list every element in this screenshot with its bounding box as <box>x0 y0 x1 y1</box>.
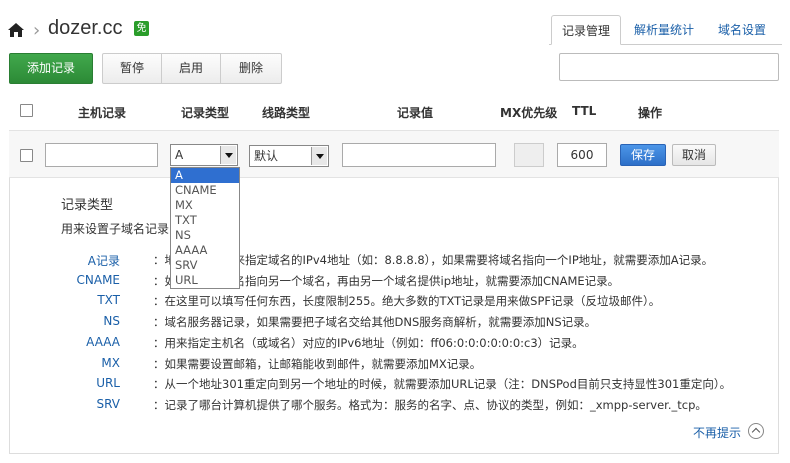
dropdown-option[interactable]: A <box>171 168 239 183</box>
dismiss-link[interactable]: 不再提示 <box>693 424 741 441</box>
domain-title: dozer.cc <box>48 17 123 39</box>
search-input[interactable] <box>559 53 779 81</box>
record-type-description: ：用来指定主机名（或域名）对应的IPv6地址（例如：ff06:0:0:0:0:0… <box>153 335 584 350</box>
record-type-name: MX <box>101 355 120 370</box>
dropdown-option[interactable]: AAAA <box>171 243 239 258</box>
record-type-description: ：在这里可以填写任何东西，长度限制255。绝大多数的TXT记录是用来做SPF记录… <box>153 294 661 309</box>
enable-button[interactable]: 启用 <box>162 54 221 83</box>
tab-record-management[interactable]: 记录管理 <box>551 15 622 45</box>
line-type-value: 默认 <box>254 149 279 163</box>
tab-domain-settings[interactable]: 域名设置 <box>708 15 776 45</box>
record-type-name: URL <box>96 376 120 391</box>
help-subtitle: 用来设置子域名记录 <box>61 222 170 236</box>
save-button[interactable]: 保存 <box>620 144 666 166</box>
free-plan-badge: 免 <box>134 21 149 36</box>
column-header-value: 记录值 <box>397 106 434 120</box>
record-action-group: 暂停 启用 删除 <box>102 53 282 84</box>
record-value-input[interactable] <box>342 143 496 167</box>
line-type-select[interactable]: 默认 <box>249 145 329 167</box>
breadcrumb-separator: › <box>33 20 41 41</box>
row-checkbox[interactable] <box>20 149 33 162</box>
pause-button[interactable]: 暂停 <box>103 54 162 83</box>
record-type-description: ：域名服务器记录，如果需要把子域名交给其他DNS服务商解析，就需要添加NS记录。 <box>153 315 597 330</box>
record-type-description: ：记录了哪台计算机提供了哪个服务。格式为：服务的名字、点、协议的类型，例如：_x… <box>153 397 707 412</box>
dropdown-option[interactable]: TXT <box>171 213 239 228</box>
add-record-button[interactable]: 添加记录 <box>9 53 93 84</box>
dropdown-option[interactable]: CNAME <box>171 183 239 198</box>
column-header-ops: 操作 <box>638 106 663 120</box>
record-type-description: ：从一个地址301重定向到另一个地址的时候，就需要添加URL记录（注：DNSPo… <box>153 377 732 392</box>
column-header-line: 线路类型 <box>262 106 311 120</box>
dropdown-option[interactable]: MX <box>171 198 239 213</box>
dropdown-option[interactable]: SRV <box>171 258 239 273</box>
column-header-mx: MX优先级 <box>500 106 558 120</box>
tab-resolution-stats[interactable]: 解析量统计 <box>624 15 704 45</box>
record-type-value: A <box>175 148 184 162</box>
column-header-ttl: TTL <box>572 104 597 118</box>
record-type-name: AAAA <box>86 334 120 349</box>
record-type-select[interactable]: A <box>170 144 238 166</box>
column-header-host: 主机记录 <box>78 106 127 120</box>
chevron-down-icon <box>311 147 327 165</box>
record-type-name: NS <box>103 314 120 329</box>
dropdown-option[interactable]: NS <box>171 228 239 243</box>
help-title: 记录类型 <box>61 198 114 213</box>
dropdown-option[interactable]: URL <box>171 273 239 288</box>
chevron-down-icon <box>220 146 236 164</box>
record-type-name: A记录 <box>87 254 120 268</box>
record-type-name: SRV <box>96 396 120 411</box>
mx-priority-input <box>514 143 544 167</box>
record-type-dropdown: A CNAME MX TXT NS AAAA SRV URL <box>170 167 240 289</box>
record-type-description: ：如果需要设置邮箱，让邮箱能收到邮件，就需要添加MX记录。 <box>153 356 482 371</box>
collapse-up-icon[interactable] <box>748 423 764 439</box>
select-all-checkbox[interactable] <box>20 104 33 117</box>
home-icon[interactable] <box>7 22 25 38</box>
delete-button[interactable]: 删除 <box>221 54 281 83</box>
record-type-name: CNAME <box>76 272 121 287</box>
record-type-name: TXT <box>97 293 120 308</box>
column-header-type: 记录类型 <box>181 106 230 120</box>
host-record-input[interactable] <box>45 143 158 167</box>
cancel-button[interactable]: 取消 <box>672 144 716 166</box>
ttl-input[interactable]: 600 <box>557 143 607 167</box>
